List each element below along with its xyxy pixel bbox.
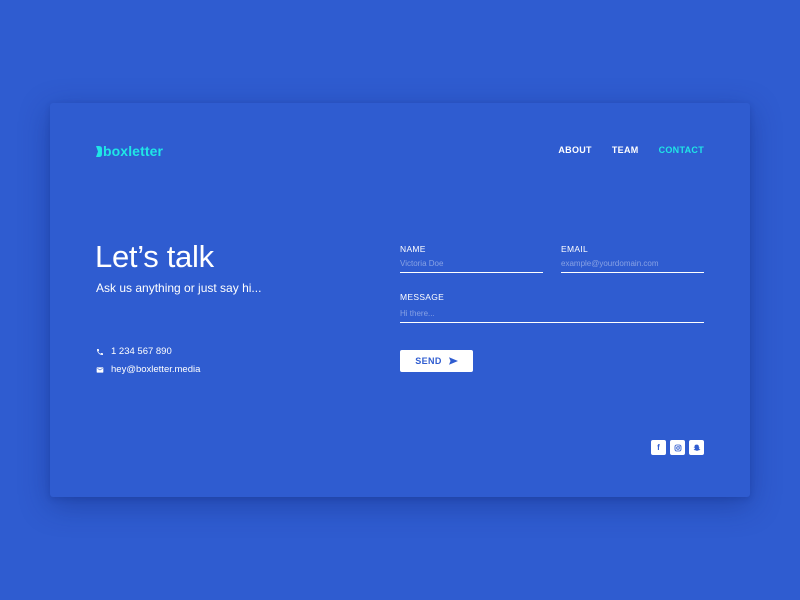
phone-icon [96, 348, 104, 356]
nav-item-team[interactable]: TEAM [612, 145, 639, 155]
logo-mark-icon [96, 145, 102, 157]
email-address: hey@boxletter.media [111, 364, 201, 375]
page-subtitle: Ask us anything or just say hi... [96, 281, 262, 295]
send-icon [448, 357, 458, 365]
email-field[interactable] [561, 259, 704, 273]
social-links: f [651, 440, 704, 455]
page-title: Let’s talk [95, 239, 214, 274]
nav-item-about[interactable]: ABOUT [558, 145, 592, 155]
send-label: SEND [415, 356, 442, 366]
snapchat-icon[interactable] [689, 440, 704, 455]
brand-logo[interactable]: boxletter [96, 143, 163, 159]
top-nav: ABOUT TEAM CONTACT [558, 145, 704, 155]
brand-name: boxletter [103, 143, 164, 159]
email-label: EMAIL [561, 244, 589, 254]
contact-card: boxletter ABOUT TEAM CONTACT Let’s talk … [50, 103, 750, 497]
phone-contact[interactable]: 1 234 567 890 [96, 346, 172, 357]
send-button[interactable]: SEND [400, 350, 473, 372]
phone-number: 1 234 567 890 [111, 346, 172, 357]
nav-item-contact[interactable]: CONTACT [659, 145, 704, 155]
email-contact[interactable]: hey@boxletter.media [96, 364, 200, 375]
name-field[interactable] [400, 259, 543, 273]
message-field[interactable] [400, 309, 704, 323]
message-label: MESSAGE [400, 292, 445, 302]
facebook-icon[interactable]: f [651, 440, 666, 455]
instagram-icon[interactable] [670, 440, 685, 455]
mail-icon [96, 366, 104, 374]
name-label: NAME [400, 244, 426, 254]
